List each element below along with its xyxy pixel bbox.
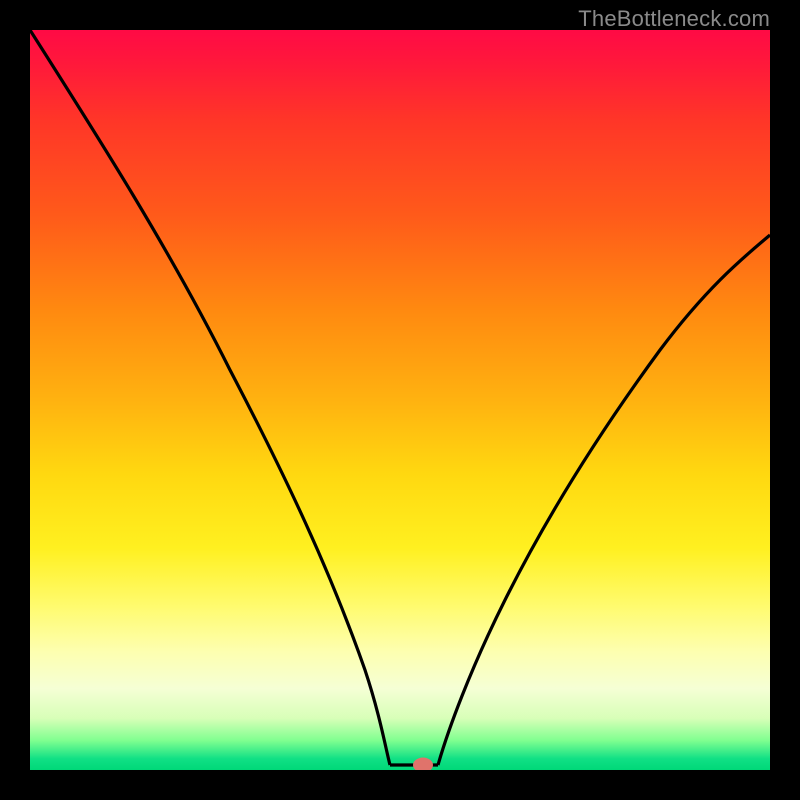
watermark-text: TheBottleneck.com [578,6,770,32]
bottleneck-marker [413,758,433,771]
chart-svg [30,30,770,770]
right-ascending-curve [438,235,770,765]
chart-container: TheBottleneck.com [0,0,800,800]
left-descending-curve [30,30,390,765]
